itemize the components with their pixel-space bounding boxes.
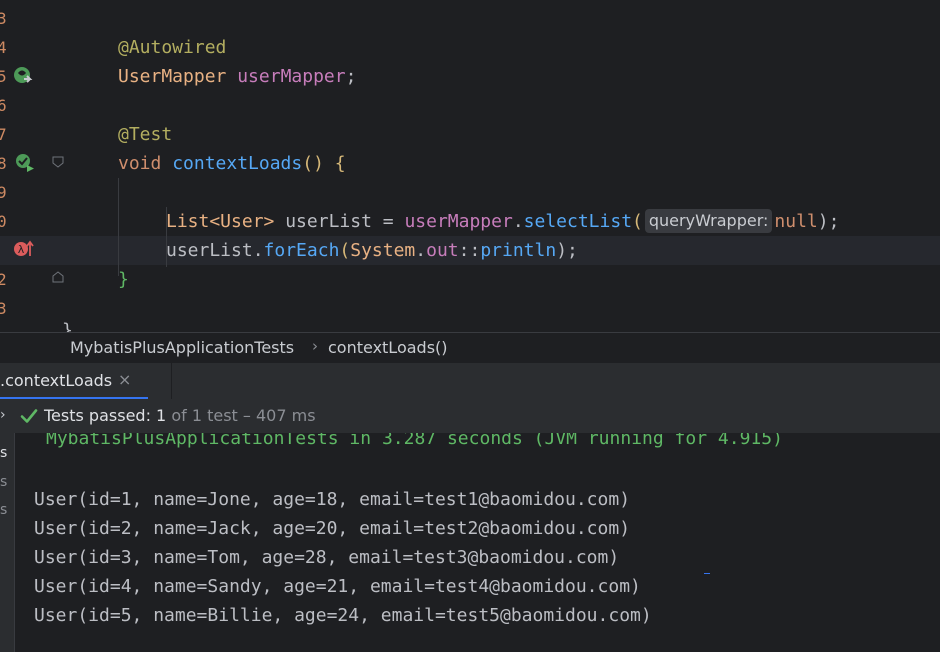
console-output[interactable]: s s s MybatisPlusApplicationTests in 3.2… bbox=[0, 433, 940, 652]
code-line[interactable]: } bbox=[0, 265, 940, 294]
code-token: ( bbox=[632, 211, 643, 232]
code-editor[interactable]: 34567890123 @AutowiredUserMapper userMap… bbox=[0, 0, 940, 332]
code-token: void bbox=[118, 153, 173, 174]
tree-item[interactable]: s bbox=[0, 502, 7, 518]
fold-start-icon[interactable] bbox=[52, 156, 64, 168]
code-token: } bbox=[118, 269, 129, 290]
bean-injection-icon[interactable] bbox=[12, 65, 34, 87]
breadcrumb: MybatisPlusApplicationTests › contextLoa… bbox=[0, 332, 940, 362]
run-test-icon[interactable] bbox=[14, 152, 36, 174]
code-token: UserMapper bbox=[118, 66, 238, 87]
console-divider bbox=[14, 433, 15, 652]
code-token: ( bbox=[339, 240, 351, 261]
tests-passed-label: Tests passed: bbox=[44, 406, 157, 425]
test-status-bar: › Tests passed: 1 of 1 test – 407 ms bbox=[0, 399, 940, 433]
code-token: null bbox=[774, 211, 818, 232]
code-line[interactable] bbox=[0, 4, 940, 33]
parameter-hint: queryWrapper: bbox=[644, 209, 773, 233]
breadcrumb-method[interactable]: contextLoads() bbox=[328, 338, 448, 358]
code-token: userMapper bbox=[404, 211, 513, 232]
code-token: @Test bbox=[118, 124, 173, 145]
code-token: selectList bbox=[523, 211, 633, 232]
code-token: System bbox=[350, 240, 416, 261]
tests-total-duration: of 1 test – 407 ms bbox=[166, 406, 316, 425]
current-code-line[interactable]: userList.forEach(System.out::println); bbox=[0, 236, 940, 265]
code-line[interactable]: UserMapper userMapper; bbox=[0, 62, 940, 91]
code-token: ); bbox=[556, 240, 578, 261]
text-caret bbox=[704, 573, 710, 574]
indent-guide bbox=[118, 178, 119, 276]
code-token: out bbox=[426, 240, 459, 261]
svg-text:λ: λ bbox=[18, 243, 25, 256]
code-token: . bbox=[415, 240, 427, 261]
code-token: userMapper bbox=[237, 66, 346, 87]
code-token: userList. bbox=[166, 240, 264, 261]
console-line: User(id=1, name=Jone, age=18, email=test… bbox=[34, 489, 631, 510]
code-token: () { bbox=[302, 153, 346, 174]
console-line: User(id=4, name=Sandy, age=21, email=tes… bbox=[34, 576, 641, 597]
console-line: User(id=3, name=Tom, age=28, email=test3… bbox=[34, 547, 620, 568]
code-token: userList = bbox=[285, 211, 405, 232]
code-token: ; bbox=[345, 66, 357, 87]
run-tab-label: .contextLoads bbox=[0, 371, 113, 390]
run-tab-bar: .contextLoads × bbox=[0, 362, 940, 400]
class-closing-brace: } bbox=[62, 320, 73, 332]
code-token: :: bbox=[458, 240, 481, 261]
check-icon bbox=[20, 409, 38, 423]
console-line: User(id=5, name=Billie, age=24, email=te… bbox=[34, 605, 652, 626]
tree-item[interactable]: s bbox=[0, 445, 7, 461]
indent-guide bbox=[166, 207, 167, 267]
test-result-summary: Tests passed: 1 of 1 test – 407 ms bbox=[44, 406, 316, 426]
code-token: ); bbox=[817, 211, 840, 232]
code-line[interactable]: List<User> userList = userMapper.selectL… bbox=[0, 207, 940, 236]
code-line[interactable] bbox=[0, 178, 940, 207]
fold-end-icon[interactable] bbox=[52, 271, 64, 283]
code-line[interactable]: void contextLoads() { bbox=[0, 149, 940, 178]
console-line: User(id=2, name=Jack, age=20, email=test… bbox=[34, 518, 631, 539]
breadcrumb-class[interactable]: MybatisPlusApplicationTests bbox=[70, 338, 294, 358]
code-line[interactable]: @Test bbox=[0, 120, 940, 149]
test-tree: s s s bbox=[0, 433, 14, 652]
console-summary-line: MybatisPlusApplicationTests in 3.287 sec… bbox=[46, 433, 783, 449]
tests-passed-count: 1 bbox=[156, 406, 167, 425]
lambda-icon[interactable]: λ bbox=[12, 238, 34, 260]
code-token: @Autowired bbox=[118, 37, 227, 58]
tree-item[interactable]: s bbox=[0, 474, 7, 490]
code-token: contextLoads bbox=[172, 153, 303, 174]
tab-divider bbox=[171, 363, 172, 400]
code-token: . bbox=[512, 211, 524, 232]
code-token: forEach bbox=[263, 240, 340, 261]
code-token: println bbox=[480, 240, 557, 261]
code-line[interactable] bbox=[0, 294, 940, 323]
code-token: List<User> bbox=[166, 211, 286, 232]
chevron-right-icon[interactable]: › bbox=[0, 407, 6, 423]
code-line[interactable] bbox=[0, 91, 940, 120]
run-tab[interactable]: .contextLoads × bbox=[0, 363, 148, 400]
code-line[interactable]: @Autowired bbox=[0, 33, 940, 62]
close-icon[interactable]: × bbox=[118, 370, 131, 389]
breadcrumb-separator: › bbox=[312, 337, 318, 355]
